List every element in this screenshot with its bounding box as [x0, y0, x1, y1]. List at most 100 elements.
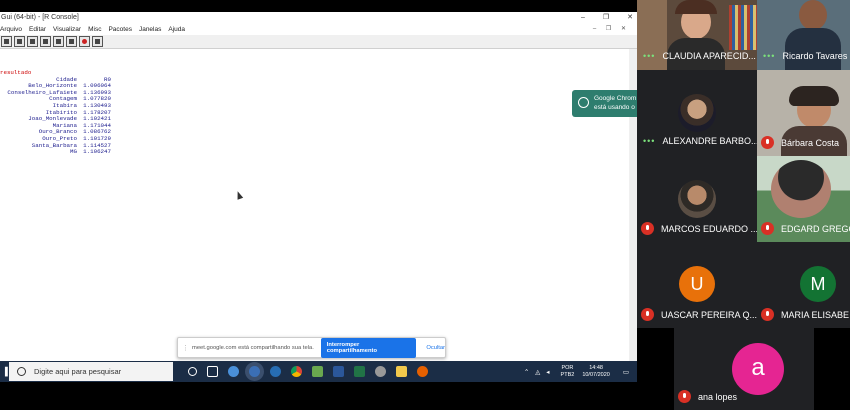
menu-janelas[interactable]: Janelas: [139, 24, 161, 35]
print-icon[interactable]: [92, 36, 103, 47]
r-icon[interactable]: [270, 366, 281, 377]
notification-text: está usando o: [594, 104, 635, 111]
rgui-menu-bar: Arquivo Editar Visualizar Misc Pacotes J…: [0, 24, 637, 35]
language-indicator[interactable]: POR PTB2: [561, 365, 575, 378]
console-row: MG 1.106247: [0, 149, 637, 156]
mic-muted-icon: [761, 308, 774, 321]
drag-handle-icon[interactable]: ⋮: [182, 344, 189, 352]
excel-icon[interactable]: [354, 366, 365, 377]
r-console[interactable]: resultado Cidade R0 Belo_Horizonte 1.0960…: [0, 49, 637, 334]
menu-ajuda[interactable]: Ajuda: [168, 24, 185, 35]
console-restore-icon[interactable]: ❐: [606, 26, 611, 32]
share-screen-icon: [578, 97, 589, 108]
firefox-icon[interactable]: [417, 366, 428, 377]
menu-editar[interactable]: Editar: [29, 24, 46, 35]
word-icon[interactable]: [333, 366, 344, 377]
participant-tile-claudia[interactable]: ••• CLAUDIA APARECID...: [637, 0, 757, 70]
load-workspace-icon[interactable]: [14, 36, 25, 47]
rgui-toolbar: [0, 35, 637, 49]
participant-name: ana lopes: [698, 391, 738, 402]
participant-name: CLAUDIA APARECID...: [662, 51, 756, 61]
speaking-indicator-icon: •••: [643, 51, 656, 61]
date: 10/07/2020: [582, 371, 610, 378]
clock[interactable]: 14:48 10/07/2020: [582, 365, 610, 378]
mic-muted-icon: [761, 222, 774, 235]
start-icon[interactable]: ▐: [0, 361, 8, 382]
menu-arquivo[interactable]: Arquivo: [0, 24, 22, 35]
open-script-icon[interactable]: [1, 36, 12, 47]
paste-icon[interactable]: [53, 36, 64, 47]
search-icon: [17, 367, 26, 376]
notifications-icon[interactable]: ▭: [623, 368, 629, 376]
participant-tile-alexandre[interactable]: ••• ALEXANDRE BARBO...: [637, 70, 757, 156]
meet-window: Gui (64-bit) - [R Console] – ❐ ✕ Arquivo…: [0, 0, 850, 410]
task-view-icon[interactable]: [207, 366, 218, 377]
uascar-avatar: U: [679, 266, 715, 302]
participant-tile-ana[interactable]: a ana lopes: [674, 328, 814, 410]
menu-pacotes[interactable]: Pacotes: [108, 24, 132, 35]
chrome-icon[interactable]: [291, 366, 302, 377]
console-close-icon[interactable]: ✕: [621, 26, 626, 32]
notepad-icon[interactable]: [312, 366, 323, 377]
speaking-indicator-icon: •••: [763, 51, 776, 61]
edge-icon[interactable]: [249, 366, 260, 377]
participant-name: Bárbara Costa: [781, 137, 840, 148]
participant-tile-edgard[interactable]: EDGARD GREGO: [757, 156, 850, 242]
mic-muted-icon: [641, 308, 654, 321]
mic-muted-icon: [678, 390, 691, 403]
copy-paste-icon[interactable]: [66, 36, 77, 47]
network-icon[interactable]: ◬: [535, 368, 540, 376]
file-explorer-icon[interactable]: [396, 366, 407, 377]
participant-name: MARIA ELISABE: [781, 309, 850, 320]
menu-misc[interactable]: Misc: [88, 24, 101, 35]
hide-button[interactable]: Ocultar: [426, 345, 445, 351]
participant-name: ALEXANDRE BARBO...: [662, 136, 757, 146]
console-cidade: MG: [70, 148, 77, 156]
cortana-icon[interactable]: [188, 367, 197, 376]
chrome-notification[interactable]: Google Chrom está usando o: [572, 90, 642, 117]
copy-icon[interactable]: [40, 36, 51, 47]
show-hidden-icon[interactable]: ⌃: [524, 368, 529, 376]
settings-icon[interactable]: [375, 366, 386, 377]
close-icon[interactable]: ✕: [627, 14, 633, 21]
participant-name: UASCAR PEREIRA Q...: [661, 309, 757, 320]
menu-visualizar[interactable]: Visualizar: [53, 24, 81, 35]
maximize-icon[interactable]: ❐: [603, 14, 609, 21]
app-icon[interactable]: [228, 366, 239, 377]
mic-muted-icon: [641, 222, 654, 235]
search-placeholder: Digite aqui para pesquisar: [34, 367, 122, 376]
console-r0: 1.106247: [83, 148, 111, 156]
notification-title: Google Chrom: [594, 95, 637, 102]
ricardo-video: [799, 0, 827, 30]
system-tray: ⌃ ◬ ◂ POR PTB2 14:48 10/07/2020 ▭: [521, 361, 632, 382]
mic-muted-icon: [761, 136, 774, 149]
participant-tile-marcos[interactable]: MARCOS EDUARDO ...: [637, 156, 757, 242]
save-workspace-icon[interactable]: [27, 36, 38, 47]
participant-tile-ricardo[interactable]: ••• Ricardo Tavares: [757, 0, 850, 70]
participant-tile-uascar[interactable]: U UASCAR PEREIRA Q...: [637, 242, 757, 328]
participant-name: EDGARD GREGO: [781, 223, 850, 234]
console-result-label: resultado: [0, 69, 32, 76]
ana-avatar: a: [732, 343, 784, 395]
stop-icon[interactable]: [79, 36, 90, 47]
participant-name: Ricardo Tavares: [782, 51, 848, 61]
volume-icon[interactable]: ◂: [546, 368, 549, 376]
participant-name: MARCOS EDUARDO ...: [661, 223, 757, 234]
participant-tile-maria[interactable]: M MARIA ELISABE: [757, 242, 850, 328]
marcos-avatar: [678, 180, 716, 218]
taskbar-search[interactable]: Digite aqui para pesquisar: [9, 362, 173, 381]
stop-sharing-button[interactable]: Interromper compartilhamento: [320, 337, 417, 358]
console-cidade: Santa_Barbara: [31, 141, 77, 149]
participant-tile-barbara[interactable]: Bárbara Costa: [757, 70, 850, 156]
rgui-title: Gui (64-bit) - [R Console]: [1, 14, 79, 21]
screen-sharing-bar: ⋮ meet.google.com está compartilhando su…: [177, 337, 446, 358]
alexandre-avatar: [678, 94, 716, 132]
shared-screen: Gui (64-bit) - [R Console] – ❐ ✕ Arquivo…: [0, 12, 637, 382]
windows-taskbar: ▐ Digite aqui para pesquisar ⌃ ◬ ◂ POR P…: [0, 361, 637, 382]
console-minimize-icon[interactable]: –: [593, 26, 596, 32]
rgui-title-bar: Gui (64-bit) - [R Console] – ❐ ✕: [0, 12, 637, 24]
minimize-icon[interactable]: –: [581, 14, 585, 21]
sharing-message: meet.google.com está compartilhando sua …: [192, 344, 314, 351]
maria-avatar: M: [800, 266, 836, 302]
console-rows: Belo_Horizonte 1.096064 Conselheiro_Lafaie…: [0, 83, 637, 156]
